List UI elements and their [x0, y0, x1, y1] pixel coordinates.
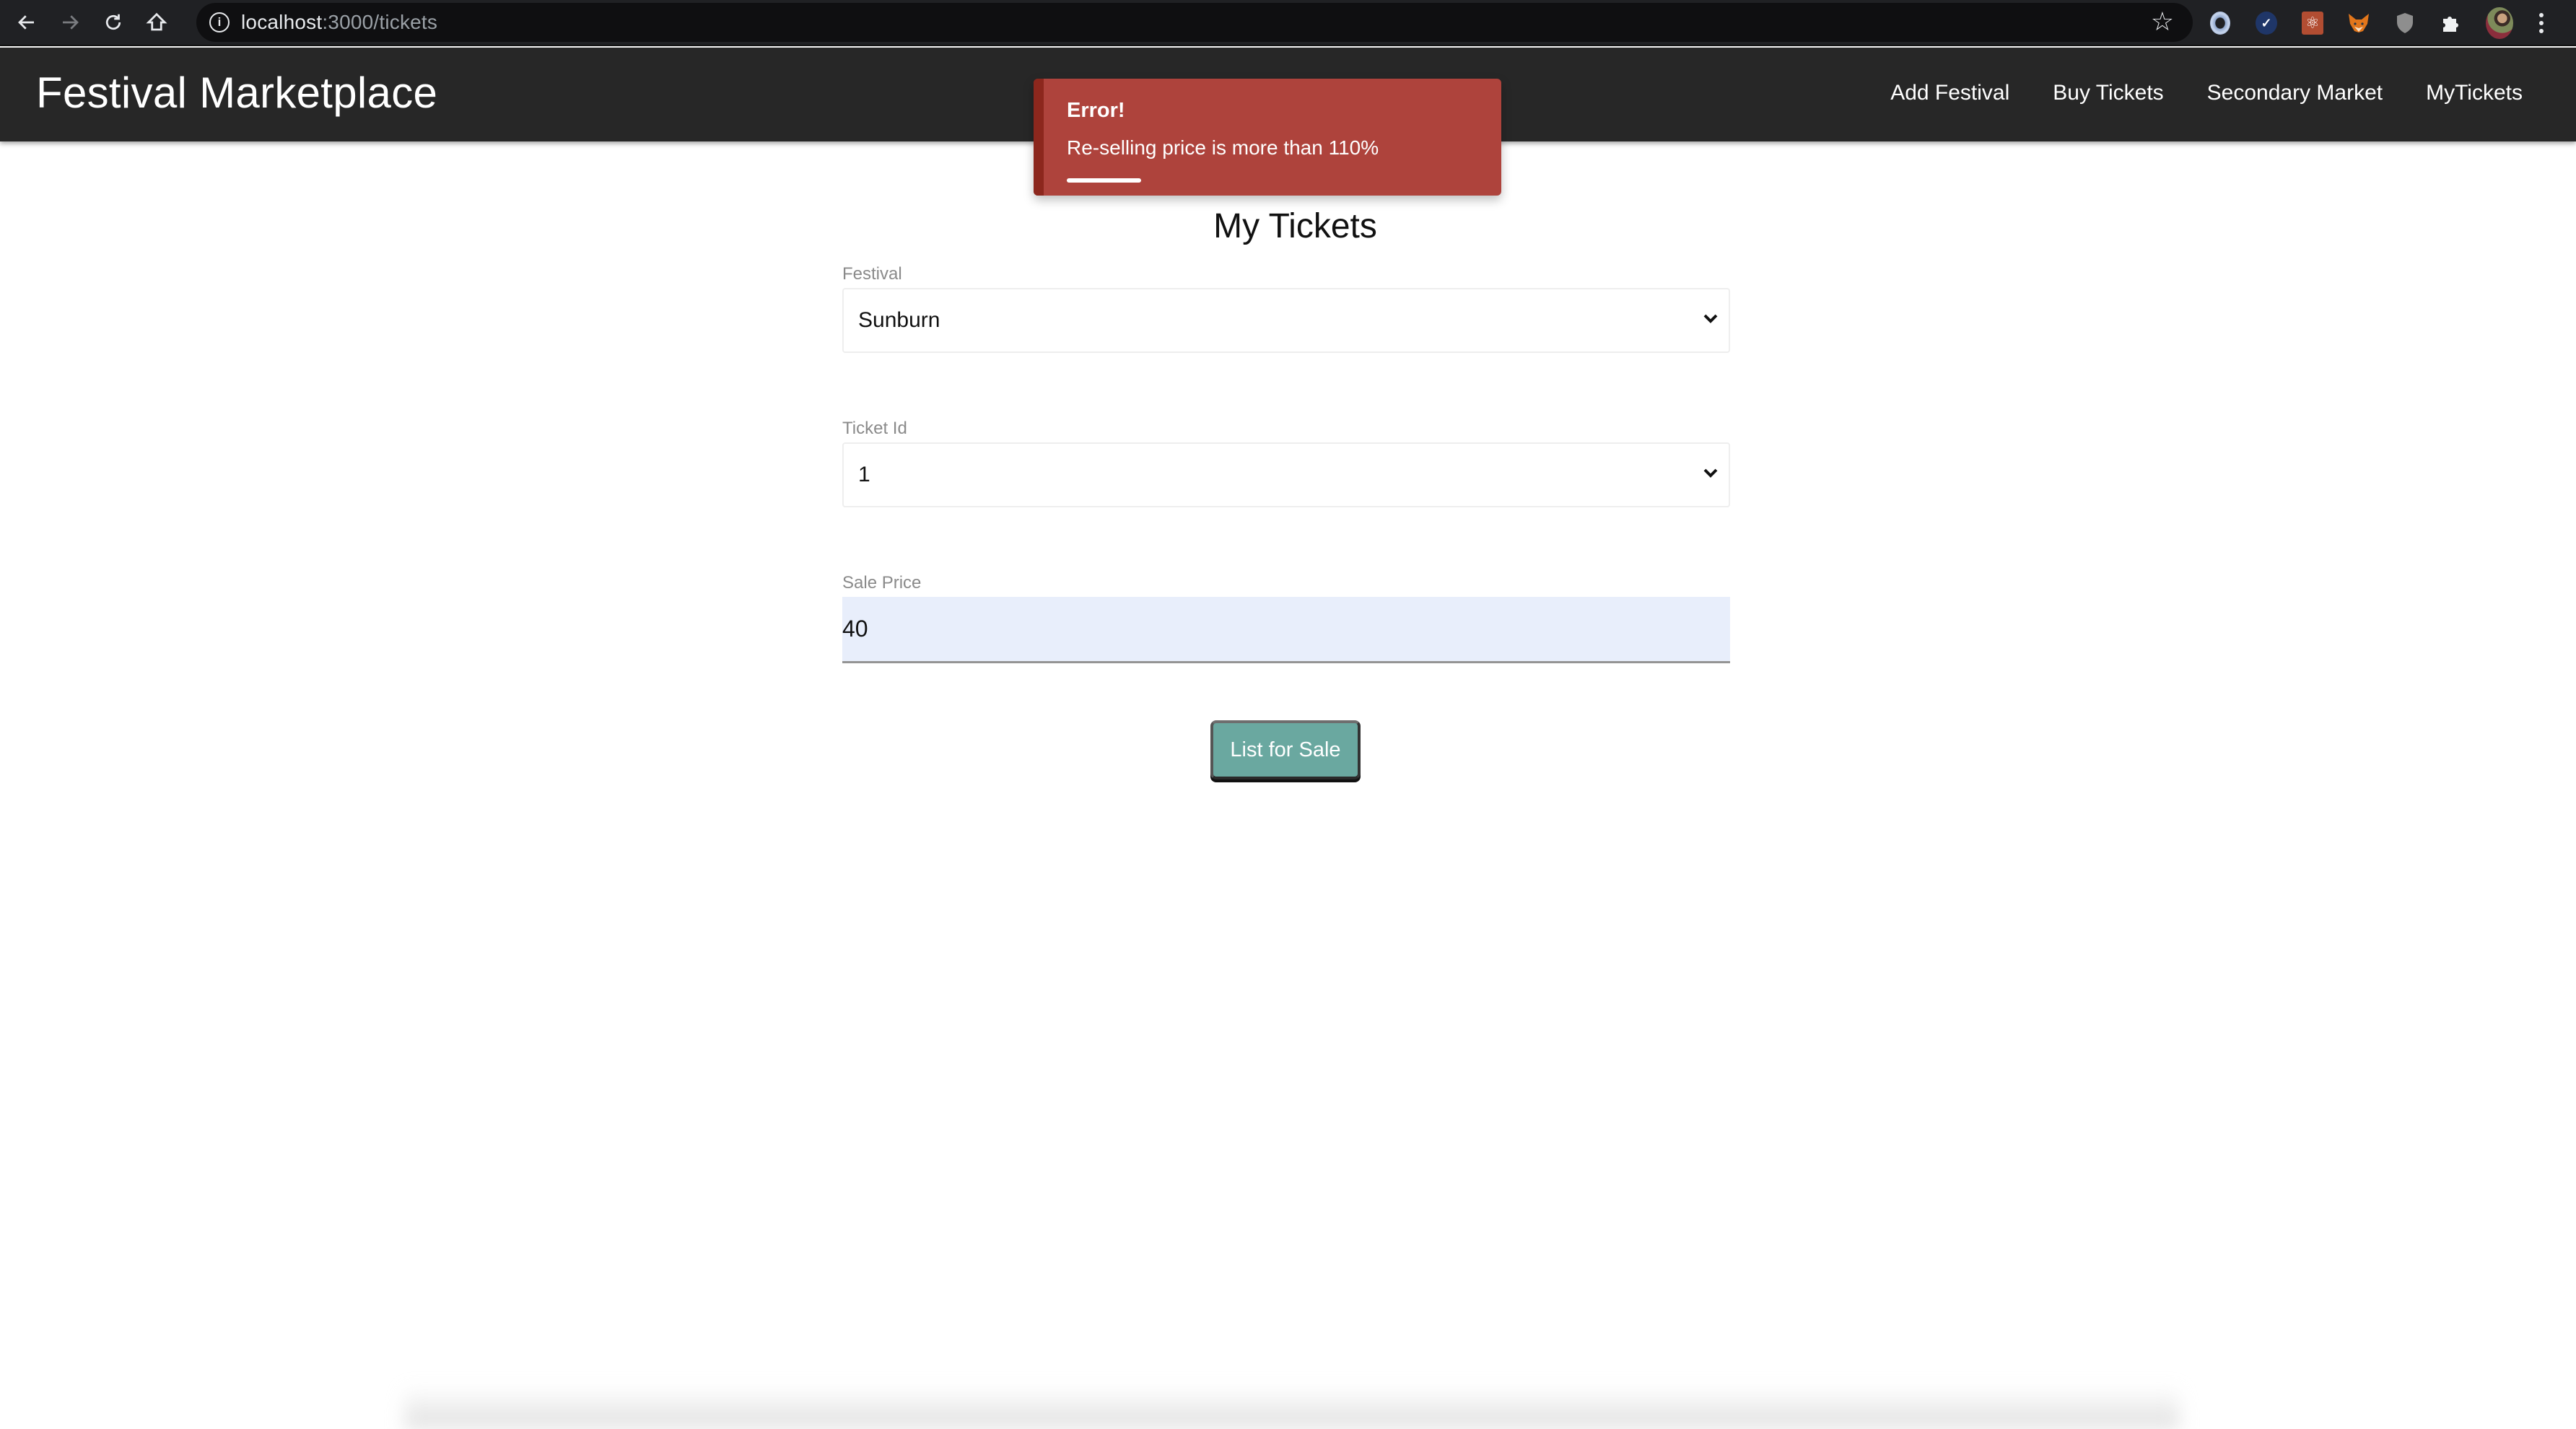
url-host: localhost — [241, 11, 323, 33]
nav-add-festival[interactable]: Add Festival — [1890, 81, 2009, 105]
ticket-id-select-value: 1 — [858, 463, 870, 486]
nav-secondary-market[interactable]: Secondary Market — [2207, 81, 2383, 105]
forward-button[interactable] — [53, 6, 87, 39]
react-devtools-extension[interactable]: ⚛ — [2301, 12, 2324, 35]
toast-progress-bar — [1067, 178, 1141, 183]
react-devtools-icon: ⚛ — [2302, 12, 2323, 35]
shield-extension-icon — [2397, 13, 2413, 33]
metamask-fox-icon — [2349, 14, 2369, 32]
bookmark-star-icon[interactable]: ☆ — [2151, 9, 2174, 35]
address-bar[interactable]: i localhost:3000/tickets ☆ — [196, 3, 2193, 42]
nav-my-tickets[interactable]: MyTickets — [2426, 81, 2523, 105]
url-text[interactable]: localhost:3000/tickets — [241, 11, 437, 34]
browser-toolbar: i localhost:3000/tickets ☆ ✓ ⚛ — [0, 0, 2576, 46]
checkmark-extension[interactable]: ✓ — [2255, 12, 2278, 35]
home-button[interactable] — [140, 6, 173, 39]
back-arrow-icon — [18, 15, 34, 30]
browser-menu-icon[interactable] — [2539, 13, 2544, 33]
ticket-id-select[interactable]: 1 — [842, 442, 1730, 507]
festival-select-value: Sunburn — [858, 308, 940, 332]
toast-stripe — [1034, 79, 1044, 196]
festival-label: Festival — [842, 264, 902, 284]
profile-avatar[interactable] — [2486, 7, 2513, 39]
nav-buy-tickets[interactable]: Buy Tickets — [2053, 81, 2163, 105]
sale-price-label: Sale Price — [842, 573, 922, 593]
extensions-area: ✓ ⚛ — [2209, 6, 2544, 40]
home-icon — [146, 12, 167, 31]
error-toast[interactable]: Error! Re-selling price is more than 110… — [1034, 79, 1501, 196]
toast-message: Re-selling price is more than 110% — [1067, 136, 1379, 159]
page-title: My Tickets — [1213, 207, 1377, 245]
nav-links: Add Festival Buy Tickets Secondary Marke… — [1890, 81, 2523, 105]
back-button[interactable] — [10, 6, 43, 39]
url-path: :3000/tickets — [322, 11, 438, 33]
ticket-id-label: Ticket Id — [842, 419, 907, 438]
json-viewer-icon — [2210, 12, 2230, 35]
toast-progress-track — [1067, 178, 1457, 183]
festival-select[interactable]: Sunburn — [842, 288, 1730, 353]
chevron-down-icon — [1703, 468, 1718, 478]
bottom-shadow — [404, 1386, 2180, 1429]
json-viewer-extension[interactable] — [2209, 12, 2232, 35]
reload-button[interactable] — [97, 6, 130, 39]
list-for-sale-button[interactable]: List for Sale — [1210, 720, 1361, 779]
sale-price-input[interactable] — [842, 597, 1730, 663]
toast-title: Error! — [1067, 99, 1125, 122]
shield-extension[interactable] — [2393, 12, 2416, 35]
reload-icon — [105, 14, 121, 30]
extensions-menu-button[interactable] — [2440, 12, 2463, 35]
metamask-extension[interactable] — [2347, 12, 2370, 35]
forward-arrow-icon — [63, 15, 79, 30]
chevron-down-icon — [1703, 314, 1718, 323]
site-info-icon[interactable]: i — [209, 12, 230, 32]
brand-title[interactable]: Festival Marketplace — [36, 68, 437, 118]
puzzle-extensions-icon — [2443, 17, 2458, 32]
checkmark-extension-icon: ✓ — [2256, 12, 2277, 35]
